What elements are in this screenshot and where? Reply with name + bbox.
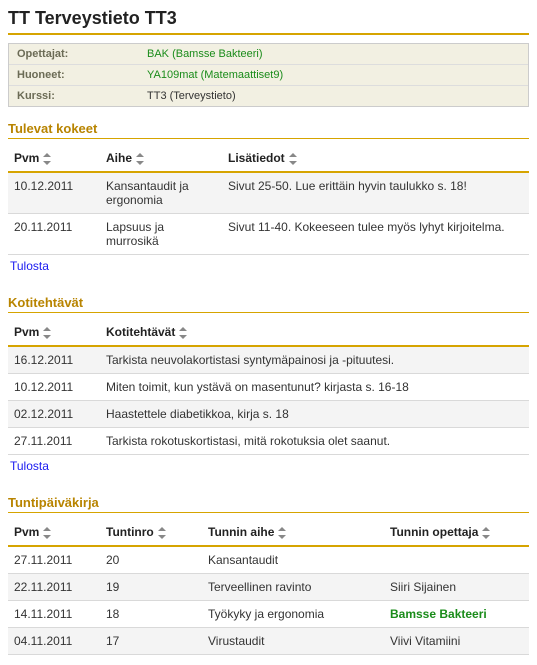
homework-task: Tarkista rokotuskortistasi, mitä rokotuk… — [100, 428, 529, 455]
exams-print-link[interactable]: Tulosta — [10, 259, 49, 273]
diary-table: Pvm Tuntinro Tunnin aihe Tunnin opettaja… — [8, 519, 529, 655]
table-row: 02.12.2011 Haastettele diabetikkoa, kirj… — [8, 401, 529, 428]
sort-icon — [278, 527, 286, 539]
homework-task: Tarkista neuvolakortistasi syntymäpainos… — [100, 346, 529, 374]
sort-icon — [136, 153, 144, 165]
diary-nro: 17 — [100, 628, 202, 655]
sort-icon — [289, 153, 297, 165]
table-row: 10.12.2011Kansantaudit ja ergonomiaSivut… — [8, 172, 529, 214]
sort-icon — [43, 527, 51, 539]
diary-aihe: Kansantaudit — [202, 546, 384, 574]
diary-pvm: 22.11.2011 — [8, 574, 100, 601]
homework-pvm: 10.12.2011 — [8, 374, 100, 401]
exams-rule — [8, 138, 529, 139]
exam-lisa: Sivut 25-50. Lue erittäin hyvin taulukko… — [222, 172, 529, 214]
exam-pvm: 10.12.2011 — [8, 172, 100, 214]
info-label: Kurssi: — [17, 90, 147, 102]
homework-header-task[interactable]: Kotitehtävät — [100, 319, 529, 346]
sort-icon — [482, 527, 490, 539]
diary-nro: 19 — [100, 574, 202, 601]
info-value[interactable]: BAK (Bamsse Bakteeri) — [147, 48, 520, 60]
homework-task: Miten toimit, kun ystävä on masentunut? … — [100, 374, 529, 401]
exams-body: 10.12.2011Kansantaudit ja ergonomiaSivut… — [8, 172, 529, 255]
homework-header-pvm[interactable]: Pvm — [8, 319, 100, 346]
sort-icon — [179, 327, 187, 339]
homework-pvm: 16.12.2011 — [8, 346, 100, 374]
info-row: Huoneet:YA109mat (Matemaattiset9) — [9, 65, 528, 86]
exams-header-lisa[interactable]: Lisätiedot — [222, 145, 529, 172]
table-row: 10.12.2011Miten toimit, kun ystävä on ma… — [8, 374, 529, 401]
diary-aihe: Virustaudit — [202, 628, 384, 655]
diary-pvm: 14.11.2011 — [8, 601, 100, 628]
homework-task: Haastettele diabetikkoa, kirja s. 18 — [100, 401, 529, 428]
info-row: Opettajat:BAK (Bamsse Bakteeri) — [9, 44, 528, 65]
exams-header-pvm[interactable]: Pvm — [8, 145, 100, 172]
homework-body: 16.12.2011Tarkista neuvolakortistasi syn… — [8, 346, 529, 455]
diary-header-nro[interactable]: Tuntinro — [100, 519, 202, 546]
diary-header-op[interactable]: Tunnin opettaja — [384, 519, 529, 546]
exams-header-aihe[interactable]: Aihe — [100, 145, 222, 172]
homework-print-link[interactable]: Tulosta — [10, 459, 49, 473]
diary-aihe: Työkyky ja ergonomia — [202, 601, 384, 628]
diary-pvm: 27.11.2011 — [8, 546, 100, 574]
exam-aihe: Kansantaudit ja ergonomia — [100, 172, 222, 214]
diary-op: Viivi Vitamiini — [384, 628, 529, 655]
diary-op: Bamsse Bakteeri — [384, 601, 529, 628]
info-label: Huoneet: — [17, 69, 147, 81]
homework-pvm: 27.11.2011 — [8, 428, 100, 455]
title-rule — [8, 33, 529, 35]
diary-body: 27.11.201120Kansantaudit22.11.201119Terv… — [8, 546, 529, 655]
diary-op — [384, 546, 529, 574]
diary-heading: Tuntipäiväkirja — [8, 495, 529, 510]
table-row: 20.11.2011Lapsuus ja murrosikäSivut 11-4… — [8, 214, 529, 255]
diary-nro: 18 — [100, 601, 202, 628]
homework-table: Pvm Kotitehtävät 16.12.2011Tarkista neuv… — [8, 319, 529, 455]
info-value: TT3 (Terveystieto) — [147, 90, 520, 102]
table-row: 14.11.201118Työkyky ja ergonomia Bamsse B… — [8, 601, 529, 628]
sort-icon — [158, 527, 166, 539]
info-value[interactable]: YA109mat (Matemaattiset9) — [147, 69, 520, 81]
course-info-box: Opettajat:BAK (Bamsse Bakteeri)Huoneet:Y… — [8, 43, 529, 107]
table-row: 16.12.2011Tarkista neuvolakortistasi syn… — [8, 346, 529, 374]
table-row: 27.11.201120Kansantaudit — [8, 546, 529, 574]
sort-icon — [43, 327, 51, 339]
homework-rule — [8, 312, 529, 313]
info-row: Kurssi:TT3 (Terveystieto) — [9, 86, 528, 106]
homework-heading: Kotitehtävät — [8, 295, 529, 310]
diary-aihe: Terveellinen ravinto — [202, 574, 384, 601]
table-row: 27.11.2011Tarkista rokotuskortistasi, mi… — [8, 428, 529, 455]
exam-pvm: 20.11.2011 — [8, 214, 100, 255]
exam-aihe: Lapsuus ja murrosikä — [100, 214, 222, 255]
diary-nro: 20 — [100, 546, 202, 574]
diary-header-aihe[interactable]: Tunnin aihe — [202, 519, 384, 546]
diary-rule — [8, 512, 529, 513]
info-label: Opettajat: — [17, 48, 147, 60]
table-row: 04.11.201117VirustauditViivi Vitamiini — [8, 628, 529, 655]
homework-pvm: 02.12.2011 — [8, 401, 100, 428]
exams-heading: Tulevat kokeet — [8, 121, 529, 136]
teacher-link[interactable]: Bamsse Bakteeri — [390, 607, 487, 621]
table-row: 22.11.201119Terveellinen ravintoSiiri Si… — [8, 574, 529, 601]
diary-op: Siiri Sijainen — [384, 574, 529, 601]
sort-icon — [43, 153, 51, 165]
diary-header-pvm[interactable]: Pvm — [8, 519, 100, 546]
exam-lisa: Sivut 11-40. Kokeeseen tulee myös lyhyt … — [222, 214, 529, 255]
exams-table: Pvm Aihe Lisätiedot 10.12.2011Kansantaud… — [8, 145, 529, 255]
diary-pvm: 04.11.2011 — [8, 628, 100, 655]
page-title: TT Terveystieto TT3 — [8, 8, 529, 29]
